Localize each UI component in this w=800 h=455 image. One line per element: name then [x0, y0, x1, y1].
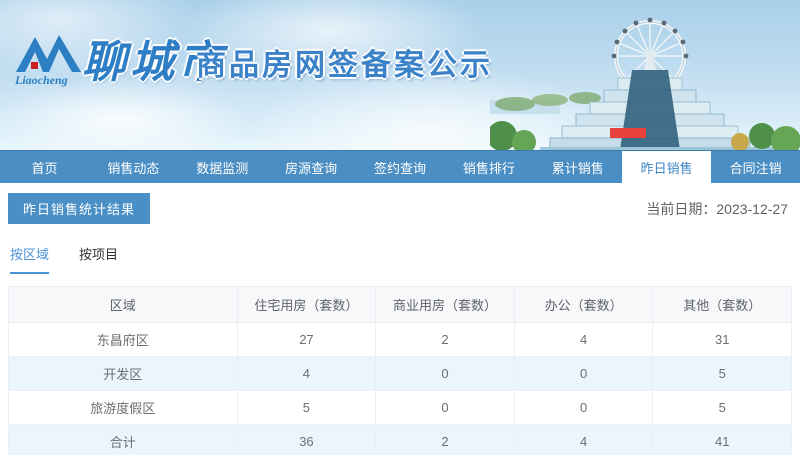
- cell-value: 4: [236, 356, 377, 391]
- tab-by-region[interactable]: 按区域: [10, 244, 50, 274]
- cell-region: 开发区: [8, 356, 238, 391]
- cell-value: 31: [652, 322, 792, 357]
- nav-item-sales-ranking[interactable]: 销售排行: [444, 151, 533, 183]
- current-date: 当前日期：2023-12-27: [646, 200, 788, 217]
- cell-value: 2: [375, 322, 515, 357]
- cell-value: 5: [652, 356, 792, 391]
- site-banner: Liaocheng 聊城市 商品房网签备案公示: [0, 0, 800, 150]
- cell-value: 27: [236, 322, 377, 357]
- cell-value: 4: [513, 322, 654, 357]
- nav-item-sales-news[interactable]: 销售动态: [89, 151, 178, 183]
- table-row: 开发区 4 0 0 5: [8, 356, 792, 391]
- main-content: 昨日销售统计结果 当前日期：2023-12-27 按区域 按项目 区域 住宅用房…: [0, 183, 800, 455]
- cell-value: 0: [375, 356, 515, 391]
- page-title: 昨日销售统计结果: [8, 193, 151, 224]
- mountain-logo-icon: Liaocheng: [14, 35, 81, 87]
- cell-value: 41: [652, 424, 792, 455]
- cell-value: 36: [236, 424, 377, 455]
- col-header-residential: 住宅用房（套数）: [236, 286, 377, 323]
- site-title: 商品房网签备案公示: [196, 49, 493, 82]
- col-header-other: 其他（套数）: [652, 286, 792, 323]
- nav-item-yesterday-sales[interactable]: 昨日销售: [622, 151, 712, 183]
- table-row: 东昌府区 27 2 4 31: [8, 322, 792, 357]
- ferris-wheel-illustration: [490, 17, 800, 150]
- cell-region: 旅游度假区: [8, 390, 238, 425]
- nav-item-data-watch[interactable]: 数据监测: [178, 151, 267, 183]
- nav-item-listing-query[interactable]: 房源查询: [267, 151, 356, 183]
- nav-item-home[interactable]: 首页: [0, 151, 89, 183]
- nav-item-contract-cancel[interactable]: 合同注销: [711, 151, 800, 183]
- tab-by-project[interactable]: 按项目: [79, 244, 118, 274]
- nav-item-total-sales[interactable]: 累计销售: [533, 151, 622, 183]
- cell-region: 东昌府区: [8, 322, 238, 357]
- cell-value: 0: [513, 356, 654, 391]
- cell-value: 0: [513, 390, 654, 425]
- cell-value: 4: [513, 424, 654, 455]
- table-header-row: 区域 住宅用房（套数） 商业用房（套数） 办公（套数） 其他（套数）: [8, 286, 792, 323]
- cell-value: 5: [236, 390, 377, 425]
- col-header-region: 区域: [8, 286, 238, 323]
- col-header-commercial: 商业用房（套数）: [375, 286, 515, 323]
- logo-script-text: Liaocheng: [14, 73, 68, 87]
- table-row-total: 合计 36 2 4 41: [8, 424, 792, 455]
- main-nav: 首页 销售动态 数据监测 房源查询 签约查询 销售排行 累计销售 昨日销售 合同…: [0, 150, 800, 183]
- view-tabs: 按区域 按项目: [10, 244, 792, 274]
- section-bar: 昨日销售统计结果 当前日期：2023-12-27: [8, 193, 792, 224]
- city-logo[interactable]: Liaocheng: [14, 26, 84, 88]
- cell-region: 合计: [8, 424, 238, 455]
- col-header-office: 办公（套数）: [513, 286, 654, 323]
- cell-value: 0: [375, 390, 515, 425]
- cell-value: 5: [652, 390, 792, 425]
- cell-value: 2: [375, 424, 515, 455]
- nav-item-contract-query[interactable]: 签约查询: [356, 151, 445, 183]
- sales-stats-table: 区域 住宅用房（套数） 商业用房（套数） 办公（套数） 其他（套数） 东昌府区 …: [8, 286, 792, 455]
- table-row: 旅游度假区 5 0 0 5: [8, 390, 792, 425]
